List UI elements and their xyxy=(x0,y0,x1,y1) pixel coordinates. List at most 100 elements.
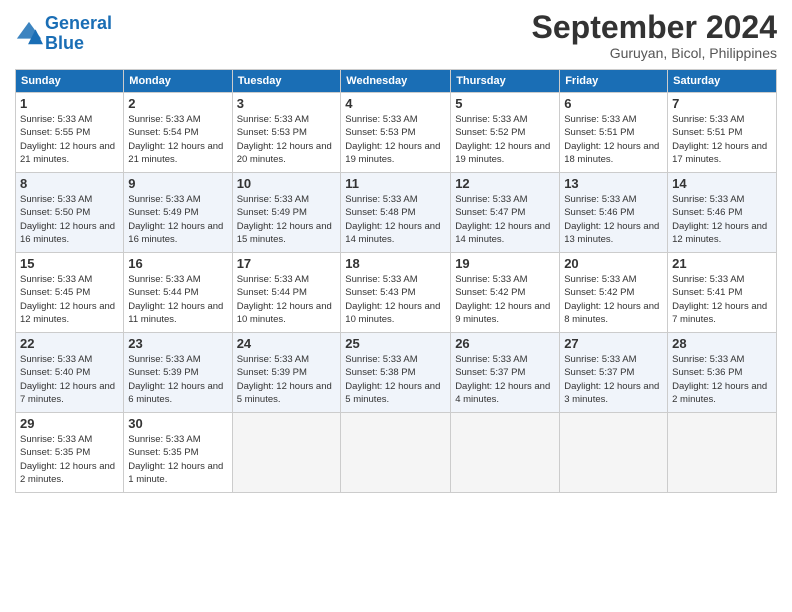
table-row: 25 Sunrise: 5:33 AM Sunset: 5:38 PM Dayl… xyxy=(341,333,451,413)
day-info: Sunrise: 5:33 AM Sunset: 5:54 PM Dayligh… xyxy=(128,113,227,166)
table-row: 9 Sunrise: 5:33 AM Sunset: 5:49 PM Dayli… xyxy=(124,173,232,253)
header-friday: Friday xyxy=(560,70,668,93)
day-number: 17 xyxy=(237,256,337,271)
day-number: 22 xyxy=(20,336,119,351)
day-number: 13 xyxy=(564,176,663,191)
day-info: Sunrise: 5:33 AM Sunset: 5:46 PM Dayligh… xyxy=(564,193,663,246)
day-number: 5 xyxy=(455,96,555,111)
day-number: 30 xyxy=(128,416,227,431)
day-number: 4 xyxy=(345,96,446,111)
day-number: 10 xyxy=(237,176,337,191)
day-info: Sunrise: 5:33 AM Sunset: 5:35 PM Dayligh… xyxy=(20,433,119,486)
logo: General Blue xyxy=(15,14,112,54)
day-number: 7 xyxy=(672,96,772,111)
calendar-row: 29 Sunrise: 5:33 AM Sunset: 5:35 PM Dayl… xyxy=(16,413,777,493)
table-row xyxy=(341,413,451,493)
day-number: 21 xyxy=(672,256,772,271)
table-row: 26 Sunrise: 5:33 AM Sunset: 5:37 PM Dayl… xyxy=(451,333,560,413)
day-info: Sunrise: 5:33 AM Sunset: 5:37 PM Dayligh… xyxy=(455,353,555,406)
day-info: Sunrise: 5:33 AM Sunset: 5:53 PM Dayligh… xyxy=(345,113,446,166)
day-info: Sunrise: 5:33 AM Sunset: 5:46 PM Dayligh… xyxy=(672,193,772,246)
day-info: Sunrise: 5:33 AM Sunset: 5:36 PM Dayligh… xyxy=(672,353,772,406)
table-row: 28 Sunrise: 5:33 AM Sunset: 5:36 PM Dayl… xyxy=(668,333,777,413)
day-info: Sunrise: 5:33 AM Sunset: 5:39 PM Dayligh… xyxy=(237,353,337,406)
day-info: Sunrise: 5:33 AM Sunset: 5:49 PM Dayligh… xyxy=(237,193,337,246)
table-row xyxy=(668,413,777,493)
logo-icon xyxy=(15,20,43,48)
header-wednesday: Wednesday xyxy=(341,70,451,93)
day-info: Sunrise: 5:33 AM Sunset: 5:53 PM Dayligh… xyxy=(237,113,337,166)
table-row xyxy=(232,413,341,493)
header-monday: Monday xyxy=(124,70,232,93)
table-row: 27 Sunrise: 5:33 AM Sunset: 5:37 PM Dayl… xyxy=(560,333,668,413)
day-number: 15 xyxy=(20,256,119,271)
calendar-row: 22 Sunrise: 5:33 AM Sunset: 5:40 PM Dayl… xyxy=(16,333,777,413)
table-row: 16 Sunrise: 5:33 AM Sunset: 5:44 PM Dayl… xyxy=(124,253,232,333)
day-number: 3 xyxy=(237,96,337,111)
header-tuesday: Tuesday xyxy=(232,70,341,93)
day-info: Sunrise: 5:33 AM Sunset: 5:52 PM Dayligh… xyxy=(455,113,555,166)
header-saturday: Saturday xyxy=(668,70,777,93)
table-row: 7 Sunrise: 5:33 AM Sunset: 5:51 PM Dayli… xyxy=(668,93,777,173)
table-row: 1 Sunrise: 5:33 AM Sunset: 5:55 PM Dayli… xyxy=(16,93,124,173)
table-row: 14 Sunrise: 5:33 AM Sunset: 5:46 PM Dayl… xyxy=(668,173,777,253)
day-number: 26 xyxy=(455,336,555,351)
day-number: 12 xyxy=(455,176,555,191)
day-number: 6 xyxy=(564,96,663,111)
day-info: Sunrise: 5:33 AM Sunset: 5:48 PM Dayligh… xyxy=(345,193,446,246)
month-title: September 2024 xyxy=(532,10,777,45)
table-row: 20 Sunrise: 5:33 AM Sunset: 5:42 PM Dayl… xyxy=(560,253,668,333)
day-number: 23 xyxy=(128,336,227,351)
header-sunday: Sunday xyxy=(16,70,124,93)
day-info: Sunrise: 5:33 AM Sunset: 5:38 PM Dayligh… xyxy=(345,353,446,406)
day-number: 24 xyxy=(237,336,337,351)
table-row: 22 Sunrise: 5:33 AM Sunset: 5:40 PM Dayl… xyxy=(16,333,124,413)
table-row: 2 Sunrise: 5:33 AM Sunset: 5:54 PM Dayli… xyxy=(124,93,232,173)
day-number: 8 xyxy=(20,176,119,191)
calendar-row: 1 Sunrise: 5:33 AM Sunset: 5:55 PM Dayli… xyxy=(16,93,777,173)
day-info: Sunrise: 5:33 AM Sunset: 5:37 PM Dayligh… xyxy=(564,353,663,406)
table-row: 4 Sunrise: 5:33 AM Sunset: 5:53 PM Dayli… xyxy=(341,93,451,173)
table-row: 5 Sunrise: 5:33 AM Sunset: 5:52 PM Dayli… xyxy=(451,93,560,173)
day-info: Sunrise: 5:33 AM Sunset: 5:44 PM Dayligh… xyxy=(237,273,337,326)
day-number: 20 xyxy=(564,256,663,271)
table-row: 10 Sunrise: 5:33 AM Sunset: 5:49 PM Dayl… xyxy=(232,173,341,253)
table-row: 18 Sunrise: 5:33 AM Sunset: 5:43 PM Dayl… xyxy=(341,253,451,333)
day-info: Sunrise: 5:33 AM Sunset: 5:42 PM Dayligh… xyxy=(455,273,555,326)
day-number: 27 xyxy=(564,336,663,351)
day-info: Sunrise: 5:33 AM Sunset: 5:44 PM Dayligh… xyxy=(128,273,227,326)
table-row: 29 Sunrise: 5:33 AM Sunset: 5:35 PM Dayl… xyxy=(16,413,124,493)
title-block: September 2024 Guruyan, Bicol, Philippin… xyxy=(532,10,777,61)
table-row: 21 Sunrise: 5:33 AM Sunset: 5:41 PM Dayl… xyxy=(668,253,777,333)
table-row: 3 Sunrise: 5:33 AM Sunset: 5:53 PM Dayli… xyxy=(232,93,341,173)
day-number: 19 xyxy=(455,256,555,271)
day-number: 11 xyxy=(345,176,446,191)
location-title: Guruyan, Bicol, Philippines xyxy=(532,45,777,61)
day-number: 14 xyxy=(672,176,772,191)
table-row xyxy=(560,413,668,493)
table-row xyxy=(451,413,560,493)
day-number: 25 xyxy=(345,336,446,351)
table-row: 19 Sunrise: 5:33 AM Sunset: 5:42 PM Dayl… xyxy=(451,253,560,333)
calendar-table: Sunday Monday Tuesday Wednesday Thursday… xyxy=(15,69,777,493)
table-row: 12 Sunrise: 5:33 AM Sunset: 5:47 PM Dayl… xyxy=(451,173,560,253)
day-number: 2 xyxy=(128,96,227,111)
day-info: Sunrise: 5:33 AM Sunset: 5:42 PM Dayligh… xyxy=(564,273,663,326)
day-number: 1 xyxy=(20,96,119,111)
header: General Blue September 2024 Guruyan, Bic… xyxy=(15,10,777,61)
day-number: 29 xyxy=(20,416,119,431)
day-number: 9 xyxy=(128,176,227,191)
weekday-header-row: Sunday Monday Tuesday Wednesday Thursday… xyxy=(16,70,777,93)
day-number: 28 xyxy=(672,336,772,351)
day-info: Sunrise: 5:33 AM Sunset: 5:35 PM Dayligh… xyxy=(128,433,227,486)
day-info: Sunrise: 5:33 AM Sunset: 5:43 PM Dayligh… xyxy=(345,273,446,326)
table-row: 23 Sunrise: 5:33 AM Sunset: 5:39 PM Dayl… xyxy=(124,333,232,413)
logo-text: General Blue xyxy=(45,14,112,54)
table-row: 11 Sunrise: 5:33 AM Sunset: 5:48 PM Dayl… xyxy=(341,173,451,253)
table-row: 13 Sunrise: 5:33 AM Sunset: 5:46 PM Dayl… xyxy=(560,173,668,253)
calendar-row: 15 Sunrise: 5:33 AM Sunset: 5:45 PM Dayl… xyxy=(16,253,777,333)
day-number: 18 xyxy=(345,256,446,271)
day-info: Sunrise: 5:33 AM Sunset: 5:47 PM Dayligh… xyxy=(455,193,555,246)
day-info: Sunrise: 5:33 AM Sunset: 5:39 PM Dayligh… xyxy=(128,353,227,406)
table-row: 30 Sunrise: 5:33 AM Sunset: 5:35 PM Dayl… xyxy=(124,413,232,493)
